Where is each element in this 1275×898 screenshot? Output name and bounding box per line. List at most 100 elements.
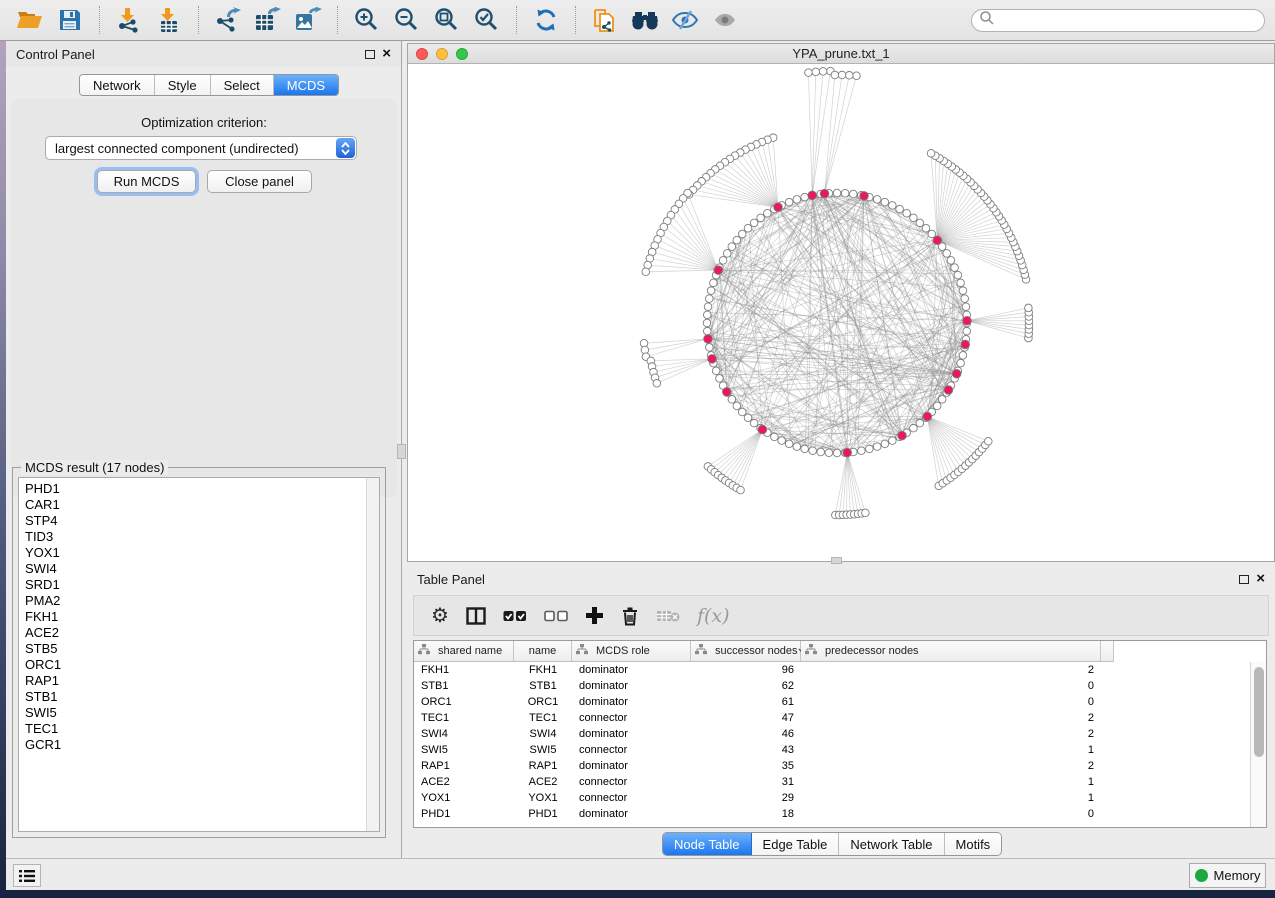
cell-successor-nodes: 18	[691, 808, 801, 820]
column-header-successor-nodes[interactable]: successor nodes	[691, 641, 801, 661]
node-table-header: shared namenameMCDS rolesuccessor nodesp…	[414, 641, 1101, 662]
export-network-icon[interactable]	[211, 5, 245, 35]
mcds-result-item[interactable]: PHD1	[19, 481, 379, 497]
tab-network[interactable]: Network	[80, 75, 155, 95]
search-input[interactable]	[995, 14, 1264, 28]
mcds-result-item[interactable]: TID3	[19, 529, 379, 545]
table-toolbar: ⚙ f(x)	[413, 595, 1269, 636]
table-scrollbar-thumb[interactable]	[1254, 667, 1264, 757]
memory-button[interactable]: Memory	[1189, 863, 1266, 888]
select-all-icon[interactable]	[503, 610, 527, 622]
cell-predecessor-nodes: 0	[801, 696, 1101, 708]
control-panel-title: Control Panel	[16, 47, 95, 62]
horizontal-splitter-handle[interactable]	[831, 557, 842, 564]
mcds-result-item[interactable]: ORC1	[19, 657, 379, 673]
column-header-MCDS-role[interactable]: MCDS role	[572, 641, 691, 661]
table-row[interactable]: PHD1PHD1dominator180	[414, 806, 1249, 822]
table-row[interactable]: TEC1TEC1connector472	[414, 710, 1249, 726]
tab-edge-table[interactable]: Edge Table	[752, 833, 840, 855]
import-table-icon[interactable]	[152, 5, 186, 35]
function-builder-icon[interactable]: f(x)	[697, 605, 730, 627]
table-row[interactable]: ORC1ORC1dominator610	[414, 694, 1249, 710]
show-all-eye-icon[interactable]	[708, 5, 742, 35]
export-image-icon[interactable]	[291, 5, 325, 35]
column-tree-icon	[576, 644, 588, 658]
zoom-in-icon[interactable]	[350, 5, 384, 35]
tab-select[interactable]: Select	[211, 75, 274, 95]
cell-MCDS-role: dominator	[572, 760, 691, 772]
table-row[interactable]: YOX1YOX1connector291	[414, 790, 1249, 806]
mcds-result-item[interactable]: RAP1	[19, 673, 379, 689]
cell-name: ACE2	[514, 776, 572, 788]
criterion-dropdown-value: largest connected component (undirected)	[46, 141, 336, 156]
zoom-selected-icon[interactable]	[470, 5, 504, 35]
network-canvas[interactable]	[408, 64, 1274, 561]
mcds-result-item[interactable]: FKH1	[19, 609, 379, 625]
table-row[interactable]: RAP1RAP1dominator352	[414, 758, 1249, 774]
cell-predecessor-nodes: 1	[801, 744, 1101, 756]
import-network-icon[interactable]	[112, 5, 146, 35]
search-icon	[979, 10, 995, 31]
mcds-result-item[interactable]: SWI4	[19, 561, 379, 577]
float-panel-icon[interactable]	[365, 50, 375, 59]
mcds-result-item[interactable]: ACE2	[19, 625, 379, 641]
table-row[interactable]: STB1STB1dominator620	[414, 678, 1249, 694]
mcds-result-item[interactable]: GCR1	[19, 737, 379, 753]
mcds-result-item[interactable]: CAR1	[19, 497, 379, 513]
column-header-name[interactable]: name	[514, 641, 572, 661]
float-table-panel-icon[interactable]	[1239, 575, 1249, 584]
add-column-icon[interactable]	[585, 606, 604, 625]
mcds-result-item[interactable]: SWI5	[19, 705, 379, 721]
table-panel-title: Table Panel	[417, 572, 485, 587]
tab-motifs[interactable]: Motifs	[945, 833, 1002, 855]
close-panel-icon[interactable]: ×	[382, 49, 391, 59]
cell-shared-name: SWI4	[414, 728, 514, 740]
close-panel-button[interactable]: Close panel	[207, 170, 312, 193]
search-field[interactable]	[971, 9, 1265, 32]
column-header-predecessor-nodes[interactable]: predecessor nodes	[801, 641, 1101, 661]
mcds-result-item[interactable]: PMA2	[19, 593, 379, 609]
table-options-gear-icon[interactable]: ⚙	[431, 603, 449, 628]
table-row[interactable]: SWI5SWI5connector431	[414, 742, 1249, 758]
hide-selected-eye-icon[interactable]	[668, 5, 702, 35]
mcds-result-item[interactable]: YOX1	[19, 545, 379, 561]
cell-predecessor-nodes: 2	[801, 712, 1101, 724]
task-history-button[interactable]	[13, 864, 41, 887]
mcds-result-item[interactable]: STP4	[19, 513, 379, 529]
export-table-icon[interactable]	[251, 5, 285, 35]
mcds-list-scrollbar[interactable]	[366, 478, 379, 831]
table-row[interactable]: ACE2ACE2connector311	[414, 774, 1249, 790]
search-network-icon[interactable]	[628, 5, 662, 35]
zoom-out-icon[interactable]	[390, 5, 424, 35]
memory-status-dot	[1195, 869, 1208, 882]
clone-network-icon[interactable]	[588, 5, 622, 35]
split-view-icon[interactable]	[466, 607, 486, 625]
tab-style[interactable]: Style	[155, 75, 211, 95]
cell-shared-name: TEC1	[414, 712, 514, 724]
table-row[interactable]: SWI4SWI4dominator462	[414, 726, 1249, 742]
mcds-result-list[interactable]: PHD1CAR1STP4TID3YOX1SWI4SRD1PMA2FKH1ACE2…	[18, 477, 380, 832]
table-scrollbar[interactable]	[1250, 662, 1266, 827]
mcds-result-item[interactable]: STB5	[19, 641, 379, 657]
run-mcds-button[interactable]: Run MCDS	[97, 170, 196, 193]
criterion-dropdown[interactable]: largest connected component (undirected)	[45, 136, 357, 160]
deselect-all-icon[interactable]	[544, 610, 568, 622]
open-session-icon[interactable]	[13, 5, 47, 35]
cell-shared-name: ORC1	[414, 696, 514, 708]
save-session-icon[interactable]	[53, 5, 87, 35]
mcds-result-item[interactable]: STB1	[19, 689, 379, 705]
tab-network-table[interactable]: Network Table	[839, 833, 944, 855]
zoom-fit-icon[interactable]	[430, 5, 464, 35]
delete-table-icon[interactable]	[656, 609, 680, 623]
close-table-panel-icon[interactable]: ×	[1256, 574, 1265, 584]
tab-mcds[interactable]: MCDS	[274, 75, 338, 95]
refresh-view-icon[interactable]	[529, 5, 563, 35]
mcds-result-item[interactable]: TEC1	[19, 721, 379, 737]
tab-node-table[interactable]: Node Table	[663, 833, 752, 855]
delete-column-icon[interactable]	[621, 606, 639, 626]
vertical-splitter-handle[interactable]	[397, 444, 406, 459]
cell-predecessor-nodes: 2	[801, 760, 1101, 772]
mcds-result-item[interactable]: SRD1	[19, 577, 379, 593]
table-row[interactable]: FKH1FKH1dominator962	[414, 662, 1249, 678]
column-header-shared-name[interactable]: shared name	[414, 641, 514, 661]
